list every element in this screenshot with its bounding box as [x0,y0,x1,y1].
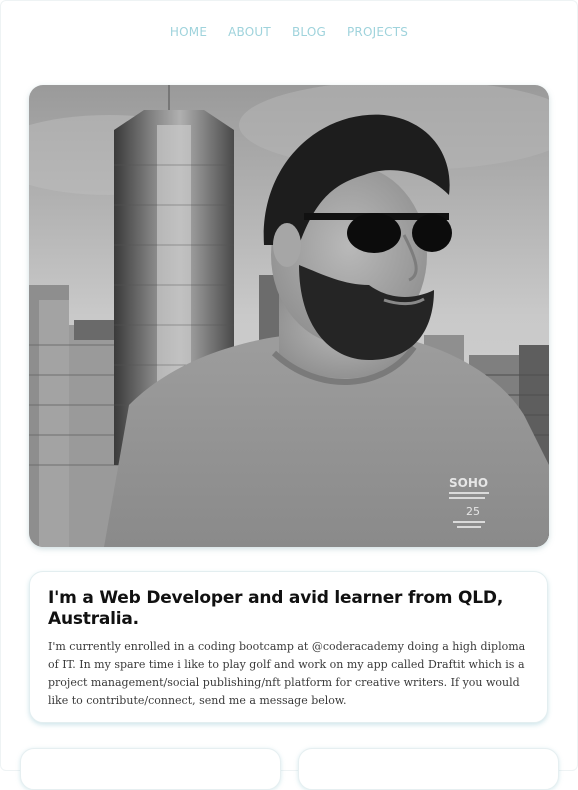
shirt-print-line1: SOHO [449,476,488,490]
intro-title: I'm a Web Developer and avid learner fro… [48,588,504,629]
hero-photo: SOHO 25 [29,85,549,547]
nav-home-link[interactable]: HOME [170,22,207,42]
intro-card: I'm a Web Developer and avid learner fro… [29,571,548,723]
nav-blog-link[interactable]: BLOG [292,22,326,42]
shirt-print-line2: 25 [466,505,480,518]
nav-about-link[interactable]: ABOUT [228,22,271,42]
intro-text: I'm currently enrolled in a coding bootc… [48,640,526,707]
bottom-card-left [20,748,281,790]
bottom-card-right [298,748,559,790]
nav-projects-link[interactable]: PROJECTS [347,22,408,42]
top-nav: HOME ABOUT BLOG PROJECTS [0,22,578,42]
